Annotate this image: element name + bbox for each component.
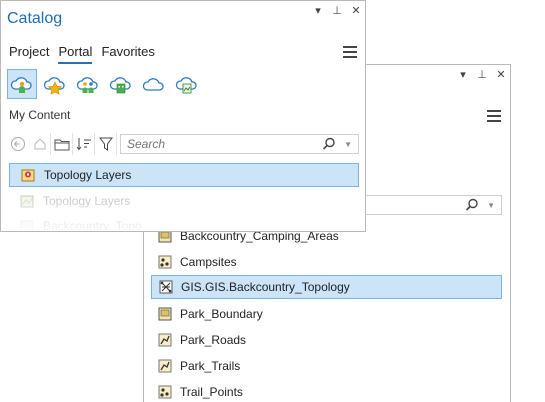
sort-icon — [76, 138, 91, 151]
search-icon[interactable] — [465, 198, 479, 212]
my-content-button[interactable] — [7, 69, 37, 99]
back-nav-button[interactable] — [7, 133, 29, 155]
sort-button[interactable] — [73, 133, 95, 155]
section-heading: My Content — [9, 108, 71, 122]
topology-icon — [159, 280, 173, 294]
cloud-building-icon — [109, 77, 131, 94]
layer-package-icon — [21, 169, 35, 182]
pin-icon[interactable]: ⊥ — [332, 5, 342, 17]
list-item[interactable]: Topology Layers — [19, 189, 359, 213]
pane-title: Catalog — [7, 10, 63, 27]
pane-controls: ▾ ⊥ ✕ — [313, 5, 361, 17]
my-organization-button[interactable] — [106, 69, 136, 99]
cloud-map-icon — [175, 77, 197, 94]
menu-icon[interactable] — [487, 110, 501, 125]
list-item[interactable]: Park_Trails — [158, 354, 500, 378]
cloud-person-icon — [10, 77, 32, 93]
tab-favorites[interactable]: Favorites — [101, 44, 154, 64]
options-chevron-icon[interactable]: ▾ — [313, 5, 323, 17]
cloud-icon — [142, 78, 164, 91]
search-dropdown-icon[interactable]: ▼ — [487, 201, 495, 210]
list-item[interactable]: Trail_Points — [158, 380, 500, 402]
cloud-star-icon — [43, 77, 65, 95]
my-groups-button[interactable] — [73, 69, 103, 99]
close-icon[interactable]: ✕ — [496, 69, 506, 81]
layer-file-icon — [20, 195, 34, 208]
arcgis-online-button[interactable] — [139, 69, 169, 99]
catalog-search-input[interactable] — [125, 136, 279, 152]
list-item[interactable]: Campsites — [158, 250, 500, 274]
folder-button[interactable] — [51, 133, 73, 155]
filter-icon — [98, 137, 113, 151]
pane-controls: ▾ ⊥ ✕ — [458, 69, 506, 81]
list-item-selected[interactable]: GIS.GIS.Backcountry_Topology — [151, 275, 502, 299]
living-atlas-button[interactable] — [172, 69, 202, 99]
my-favorites-button[interactable] — [40, 69, 70, 99]
polygon-feature-class-icon — [158, 307, 172, 321]
options-chevron-icon[interactable]: ▾ — [458, 69, 468, 81]
list-item[interactable]: Park_Boundary — [158, 302, 500, 326]
pin-icon[interactable]: ⊥ — [477, 69, 487, 81]
list-item[interactable]: Backcountry_Topo — [19, 214, 359, 231]
list-item-selected[interactable]: Topology Layers — [9, 163, 359, 187]
line-feature-class-icon — [158, 333, 172, 347]
catalog-toolbar: ▼ — [7, 133, 359, 155]
search-icon[interactable] — [322, 137, 336, 151]
back-arrow-icon — [11, 137, 25, 151]
search-dropdown-icon[interactable]: ▼ — [344, 140, 352, 149]
filter-button[interactable] — [95, 133, 117, 155]
folder-icon — [54, 139, 69, 151]
catalog-pane: Catalog ▾ ⊥ ✕ Project Portal Favorites M… — [0, 0, 366, 232]
home-button[interactable] — [29, 133, 51, 155]
layer-file-icon — [20, 220, 34, 231]
home-icon — [34, 138, 45, 150]
close-icon[interactable]: ✕ — [351, 5, 361, 17]
list-item[interactable]: Park_Roads — [158, 328, 500, 352]
portal-category-bar — [7, 69, 202, 99]
point-feature-class-icon — [158, 385, 172, 399]
menu-icon[interactable] — [343, 46, 357, 61]
point-feature-class-icon — [158, 255, 172, 269]
catalog-search-box[interactable]: ▼ — [120, 134, 359, 154]
line-feature-class-icon — [158, 359, 172, 373]
tab-project[interactable]: Project — [9, 44, 49, 64]
catalog-tabs: Project Portal Favorites — [9, 44, 155, 64]
cloud-group-icon — [76, 77, 98, 93]
tab-portal[interactable]: Portal — [58, 44, 93, 64]
